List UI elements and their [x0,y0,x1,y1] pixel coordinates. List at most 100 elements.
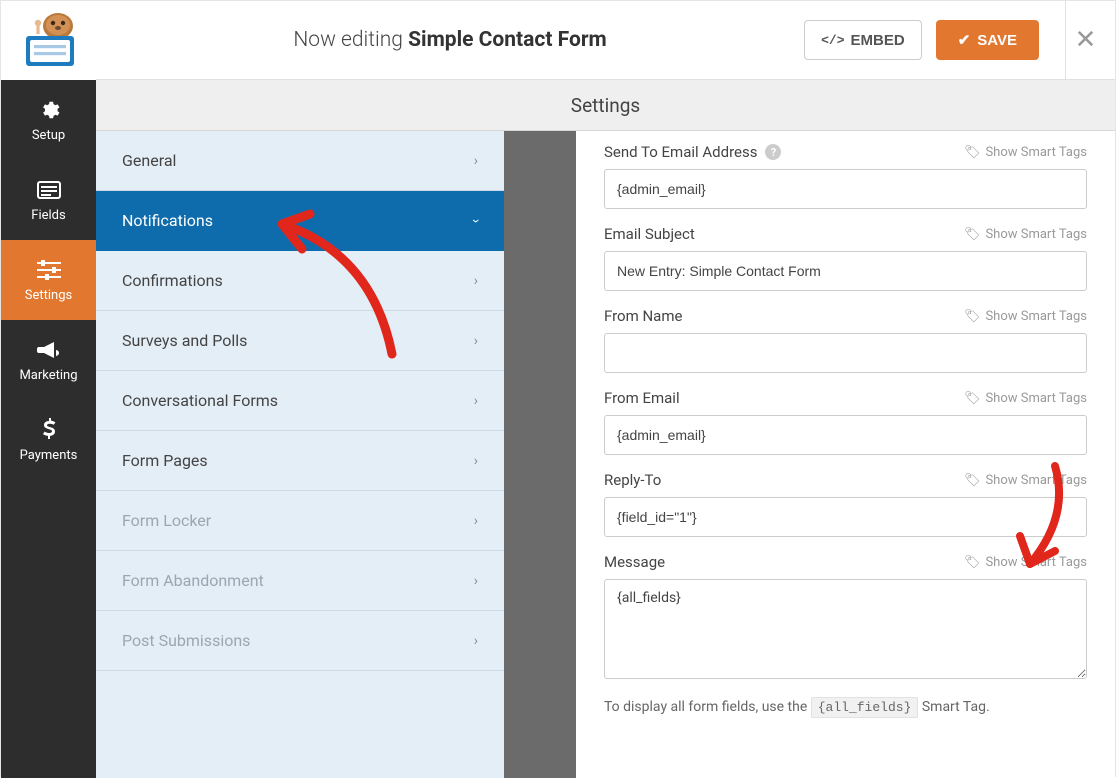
tag-icon: 🏷 [964,145,981,160]
dollar-icon [41,418,57,442]
main: Setup Fields Settings Marketing Payments [1,80,1115,778]
embed-button[interactable]: </> EMBED [804,20,922,60]
editing-title: Now editing Simple Contact Form [96,28,804,52]
sidebar-item-confirmations[interactable]: Confirmations › [96,251,504,311]
chevron-right-icon: › [474,513,478,529]
sidebar-item-label: Post Submissions [122,631,250,650]
divider-gap [504,131,576,778]
sidebar-item-conversational[interactable]: Conversational Forms › [96,371,504,431]
gear-icon [38,98,60,122]
embed-label: EMBED [851,32,905,49]
settings-sidebar: General › Notifications › Confirmations … [96,131,504,778]
field-from-email: From Email 🏷 Show Smart Tags [604,389,1087,455]
sidebar-item-post-submissions[interactable]: Post Submissions › [96,611,504,671]
content: Settings General › Notifications › Confi… [96,80,1115,778]
show-smart-tags[interactable]: 🏷 Show Smart Tags [964,145,1087,160]
sidebar-item-label: Form Pages [122,451,208,470]
nav-label: Payments [20,448,78,463]
save-label: SAVE [977,32,1017,49]
nav-fields[interactable]: Fields [1,160,96,240]
sidebar-item-surveys[interactable]: Surveys and Polls › [96,311,504,371]
bullhorn-icon [37,338,61,362]
columns: General › Notifications › Confirmations … [96,131,1115,778]
nav-payments[interactable]: Payments [1,400,96,480]
reply-to-input[interactable] [604,497,1087,537]
tag-icon: 🏷 [964,473,981,488]
hint-prefix: To display all form fields, use the [604,699,811,715]
show-smart-tags[interactable]: 🏷 Show Smart Tags [964,555,1087,570]
topbar: Now editing Simple Contact Form </> EMBE… [1,1,1115,80]
close-icon: ✕ [1075,25,1097,55]
sidebar-item-label: Confirmations [122,271,223,290]
show-smart-tags[interactable]: 🏷 Show Smart Tags [964,473,1087,488]
chevron-right-icon: › [474,453,478,469]
sidebar-item-label: General [122,151,176,170]
field-reply-to: Reply-To 🏷 Show Smart Tags [604,471,1087,537]
from-email-input[interactable] [604,415,1087,455]
sidebar-item-label: Notifications [122,211,213,230]
sidebar-item-notifications[interactable]: Notifications › [96,191,504,251]
field-message: Message 🏷 Show Smart Tags [604,553,1087,683]
chevron-right-icon: › [474,273,478,289]
tag-icon: 🏷 [964,391,981,406]
help-icon[interactable]: ? [765,144,781,160]
chevron-right-icon: › [474,633,478,649]
show-smart-tags[interactable]: 🏷 Show Smart Tags [964,391,1087,406]
topbar-actions: </> EMBED ✔ SAVE ✕ [804,1,1115,80]
sidebar-item-general[interactable]: General › [96,131,504,191]
sidebar-item-label: Form Abandonment [122,571,264,590]
sliders-icon [37,258,61,282]
smart-tags-label: Show Smart Tags [985,309,1087,324]
from-name-input[interactable] [604,333,1087,373]
nav-setup[interactable]: Setup [1,80,96,160]
send-to-input[interactable] [604,169,1087,209]
nav-label: Settings [25,288,72,303]
sidebar-item-form-pages[interactable]: Form Pages › [96,431,504,491]
form-name: Simple Contact Form [408,28,607,52]
wpforms-logo [1,1,96,80]
nav-marketing[interactable]: Marketing [1,320,96,400]
close-button[interactable]: ✕ [1065,1,1105,80]
chevron-right-icon: › [474,333,478,349]
field-send-to: Send To Email Address ? 🏷 Show Smart Tag… [604,143,1087,209]
tag-icon: 🏷 [964,227,981,242]
save-button[interactable]: ✔ SAVE [936,20,1039,60]
left-nav: Setup Fields Settings Marketing Payments [1,80,96,778]
nav-settings[interactable]: Settings [1,240,96,320]
sidebar-item-label: Surveys and Polls [122,331,247,350]
field-label: Message [604,553,665,571]
smart-tags-label: Show Smart Tags [985,473,1087,488]
message-textarea[interactable] [604,579,1087,679]
tag-icon: 🏷 [964,555,981,570]
nav-label: Marketing [19,368,77,383]
smart-tags-label: Show Smart Tags [985,227,1087,242]
field-label: From Email [604,389,680,407]
field-label: From Name [604,307,682,325]
chevron-down-icon: › [468,218,484,222]
field-label: Email Subject [604,225,695,243]
sidebar-item-form-locker[interactable]: Form Locker › [96,491,504,551]
chevron-right-icon: › [474,573,478,589]
check-icon: ✔ [958,31,971,49]
hint-text: To display all form fields, use the {all… [604,699,1087,715]
show-smart-tags[interactable]: 🏷 Show Smart Tags [964,227,1087,242]
show-smart-tags[interactable]: 🏷 Show Smart Tags [964,309,1087,324]
smart-tags-label: Show Smart Tags [985,145,1087,160]
section-header: Settings [96,80,1115,131]
smart-tags-label: Show Smart Tags [985,391,1087,406]
hint-suffix: Smart Tag. [918,699,989,715]
nav-label: Setup [32,128,65,143]
form-panel: Send To Email Address ? 🏷 Show Smart Tag… [576,131,1115,778]
chevron-right-icon: › [474,393,478,409]
editing-prefix: Now editing [293,28,408,52]
sidebar-item-label: Form Locker [122,511,211,530]
sidebar-item-form-abandonment[interactable]: Form Abandonment › [96,551,504,611]
field-label: Send To Email Address [604,143,757,161]
smart-tags-label: Show Smart Tags [985,555,1087,570]
embed-icon: </> [821,33,844,48]
chevron-right-icon: › [474,153,478,169]
wpforms-logo-icon [18,12,80,68]
subject-input[interactable] [604,251,1087,291]
list-icon [37,178,61,202]
sidebar-item-label: Conversational Forms [122,391,278,410]
